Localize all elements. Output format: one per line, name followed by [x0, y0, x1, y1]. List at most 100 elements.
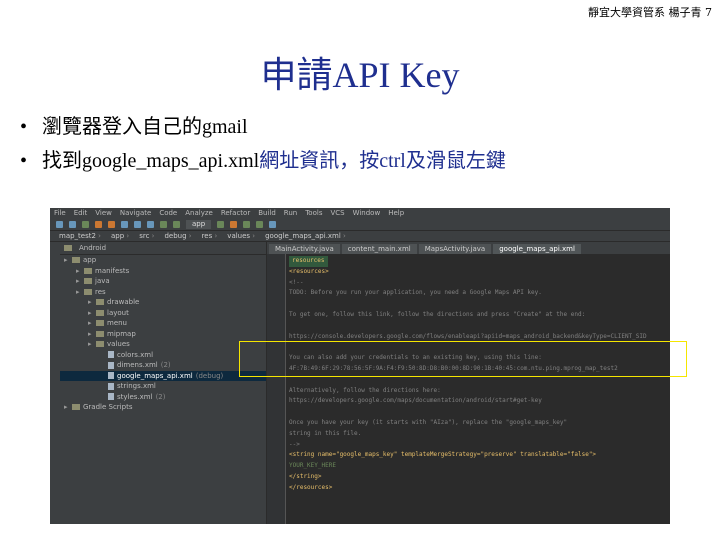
folder-icon	[96, 320, 104, 326]
expand-arrow-icon[interactable]: ▸	[76, 276, 84, 287]
menu-item-run[interactable]: Run	[284, 209, 297, 217]
code-text: resources	[289, 256, 328, 267]
menu-item-view[interactable]: View	[95, 209, 112, 217]
project-view-select[interactable]: Android	[79, 244, 106, 252]
tree-item[interactable]: ▸ java	[60, 276, 266, 287]
tree-item[interactable]: ▸ menu	[60, 318, 266, 329]
expand-arrow-icon[interactable]: ▸	[88, 318, 96, 329]
folder-icon	[72, 257, 80, 263]
tree-item[interactable]: ▸ mipmap	[60, 329, 266, 340]
menu-item-analyze[interactable]: Analyze	[185, 209, 213, 217]
menu-item-refactor[interactable]: Refactor	[221, 209, 250, 217]
tree-item[interactable]: ▸ layout	[60, 308, 266, 319]
find-icon[interactable]	[160, 220, 167, 228]
editor-tab[interactable]: content_main.xml	[341, 244, 417, 254]
file-icon	[108, 351, 114, 358]
tree-item[interactable]: ▸ res	[60, 287, 266, 298]
project-tree: ▸ app ▸ manifests ▸ java ▸ res ▸ drawable ▸ layout ▸…	[60, 255, 266, 413]
folder-icon	[84, 288, 92, 295]
tree-item[interactable]: strings.xml	[60, 381, 266, 392]
file-icon	[108, 382, 114, 390]
editor-area: MainActivity.java content_main.xml MapsAct…	[267, 242, 670, 524]
course-label: 靜宜大學資管系 楊子青	[588, 6, 702, 19]
tree-item[interactable]: ▸ Gradle Scripts	[60, 402, 266, 413]
code-line: https://developers.google.com/maps/docum…	[289, 396, 668, 407]
code-text: YOUR_KEY_HERE	[289, 462, 336, 470]
code-line: </string>	[289, 472, 668, 483]
expand-arrow-icon[interactable]: ▸	[76, 266, 84, 277]
tree-item[interactable]: ▸ manifests	[60, 266, 266, 277]
code-text: Once you have your key (it starts with "…	[289, 418, 568, 426]
expand-arrow-icon[interactable]: ▸	[64, 255, 72, 266]
code-text: https://developers.google.com/maps/docum…	[289, 397, 542, 405]
menu-item-window[interactable]: Window	[353, 209, 381, 217]
code-line: resources	[289, 256, 668, 267]
save-icon[interactable]	[69, 220, 76, 228]
toolbar: app	[50, 218, 670, 231]
editor-tab[interactable]: google_maps_api.xml	[493, 244, 581, 254]
bullet-item: 瀏覽器登入自己的gmail	[20, 110, 506, 144]
menu-item-tools[interactable]: Tools	[305, 209, 322, 217]
redo-icon[interactable]	[108, 220, 115, 228]
tree-item-label: google_maps_api.xml	[117, 371, 193, 380]
tree-item[interactable]: ▸ app	[60, 255, 266, 266]
tree-item-suffix: (debug)	[195, 371, 224, 380]
sdk-manager-icon[interactable]	[243, 220, 251, 228]
breadcrumb-item[interactable]: res	[199, 232, 221, 240]
code-line: string in this file.	[289, 429, 668, 440]
sync-icon[interactable]	[82, 220, 89, 228]
menu-item-build[interactable]: Build	[258, 209, 276, 217]
tree-item-label: drawable	[107, 298, 140, 306]
breadcrumb-item[interactable]: debug	[161, 232, 194, 240]
menu-item-file[interactable]: File	[54, 209, 66, 217]
expand-arrow-icon[interactable]: ▸	[88, 297, 96, 308]
tree-item[interactable]: ▸ drawable	[60, 297, 266, 308]
folder-icon	[96, 330, 104, 337]
expand-arrow-icon[interactable]: ▸	[88, 329, 96, 340]
code-editor[interactable]: resources <resources> <!-- TODO: Before y…	[289, 256, 668, 524]
breadcrumb-item[interactable]: values	[224, 232, 258, 240]
tree-item-label: colors.xml	[117, 350, 154, 359]
menu-item-help[interactable]: Help	[388, 209, 404, 217]
run-icon[interactable]	[217, 220, 225, 228]
menu-item-code[interactable]: Code	[159, 209, 177, 217]
breadcrumb-item[interactable]: map_test2	[56, 232, 104, 240]
menu-item-edit[interactable]: Edit	[74, 209, 88, 217]
tree-item-label: styles.xml	[117, 392, 153, 401]
copy-icon[interactable]	[134, 220, 141, 228]
menu-item-navigate[interactable]: Navigate	[120, 209, 151, 217]
tree-item[interactable]: dimens.xml (2)	[60, 360, 266, 371]
tree-item[interactable]: styles.xml (2)	[60, 392, 266, 403]
build-icon[interactable]	[173, 220, 180, 228]
paste-icon[interactable]	[147, 220, 154, 228]
undo-icon[interactable]	[95, 220, 102, 228]
debug-icon[interactable]	[230, 220, 238, 228]
code-line: <resources>	[289, 267, 668, 278]
tree-item-suffix: (2)	[160, 361, 171, 369]
file-icon	[108, 393, 114, 400]
cut-icon[interactable]	[121, 220, 128, 228]
editor-tab[interactable]: MainActivity.java	[269, 244, 340, 254]
android-icon[interactable]	[256, 220, 264, 228]
open-icon[interactable]	[56, 220, 63, 228]
breadcrumb-item[interactable]: google_maps_api.xml	[262, 232, 349, 240]
tree-item[interactable]: ▸ values	[60, 339, 266, 350]
code-line: To get one, follow this link, follow the…	[289, 310, 668, 321]
tree-item[interactable]: colors.xml	[60, 350, 266, 361]
editor-tab[interactable]: MapsActivity.java	[418, 244, 492, 254]
menu-item-vcs[interactable]: VCS	[330, 209, 344, 217]
run-config-select[interactable]: app	[186, 219, 212, 229]
breadcrumb-item[interactable]: app	[108, 232, 132, 240]
tree-item[interactable]: google_maps_api.xml (debug)	[60, 370, 266, 381]
expand-arrow-icon[interactable]: ▸	[88, 308, 96, 319]
expand-arrow-icon[interactable]: ▸	[76, 287, 84, 298]
expand-arrow-icon[interactable]: ▸	[64, 402, 72, 413]
menu-bar: File Edit View Navigate Code Analyze Refactor B…	[50, 208, 670, 218]
project-view-header[interactable]: Android	[60, 242, 266, 255]
tree-item-label: dimens.xml	[117, 361, 158, 369]
help-icon[interactable]	[269, 220, 277, 228]
code-line: -->	[289, 440, 668, 451]
expand-arrow-icon[interactable]: ▸	[88, 339, 96, 350]
breadcrumb-item[interactable]: src	[136, 232, 157, 240]
